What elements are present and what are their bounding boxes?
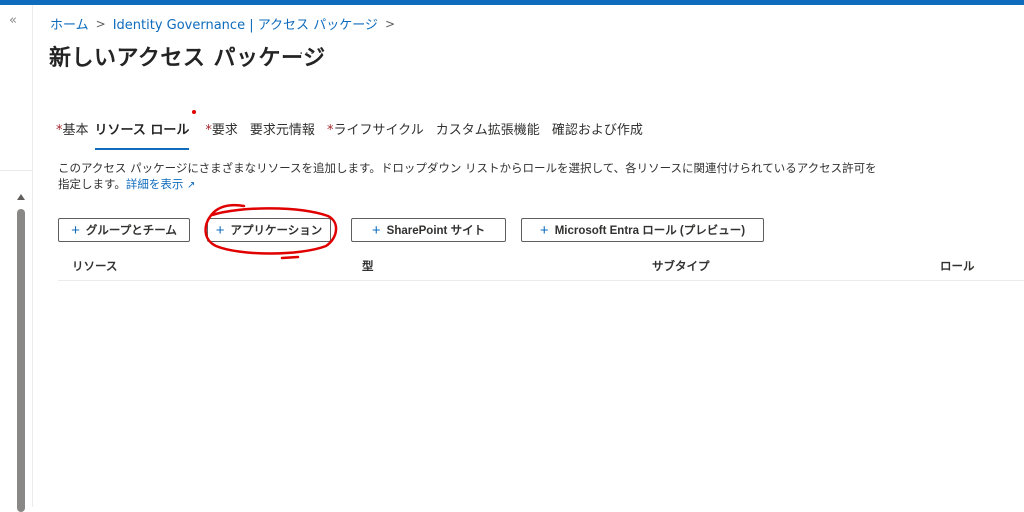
column-header-type[interactable]: 型 bbox=[362, 258, 374, 274]
button-label: SharePoint サイト bbox=[386, 225, 486, 237]
button-label: アプリケーション bbox=[230, 225, 323, 237]
scroll-up-icon[interactable] bbox=[17, 194, 25, 200]
plus-icon: + bbox=[539, 221, 549, 239]
top-accent-bar bbox=[0, 0, 1024, 5]
column-header-resource[interactable]: リソース bbox=[72, 258, 117, 274]
plus-icon: + bbox=[371, 221, 381, 239]
tab-label: ライフサイクル bbox=[333, 123, 424, 138]
tab-resource-roles[interactable]: リソース ロール bbox=[89, 122, 196, 150]
scrollbar-thumb[interactable] bbox=[17, 209, 25, 512]
button-label: グループとチーム bbox=[85, 225, 177, 237]
tab-label: 基本 bbox=[62, 123, 89, 138]
tab-review-create[interactable]: 確認および作成 bbox=[546, 122, 649, 150]
tab-label: カスタム拡張機能 bbox=[435, 123, 540, 138]
tab-lifecycle[interactable]: *ライフサイクル bbox=[321, 122, 430, 150]
tab-requests[interactable]: *要求 bbox=[199, 122, 244, 150]
external-link-icon: ↗ bbox=[187, 180, 196, 191]
resources-table-header: リソース 型 サブタイプ ロール bbox=[58, 252, 1024, 281]
button-label: Microsoft Entra ロール (プレビュー) bbox=[554, 225, 746, 237]
page-title: 新しいアクセス パッケージ bbox=[49, 46, 326, 71]
breadcrumb: ホーム > Identity Governance | アクセス パッケージ > bbox=[50, 14, 395, 34]
learn-more-link[interactable]: 詳細を表示 bbox=[126, 177, 184, 191]
add-sharepoint-sites-button[interactable]: + SharePoint サイト bbox=[351, 218, 506, 242]
breadcrumb-home-link[interactable]: ホーム bbox=[50, 14, 89, 33]
wizard-tabs: *基本 リソース ロール *要求 要求元情報 *ライフサイクル カスタム拡張機能… bbox=[50, 122, 649, 150]
tab-label: 要求元情報 bbox=[249, 123, 315, 138]
plus-icon: + bbox=[71, 221, 80, 239]
column-header-role[interactable]: ロール bbox=[940, 258, 975, 274]
tab-label: リソース ロール bbox=[94, 123, 190, 138]
tab-label: 確認および作成 bbox=[551, 123, 643, 138]
tab-label: 要求 bbox=[211, 123, 238, 138]
breadcrumb-separator: > bbox=[95, 16, 106, 31]
tab-custom-extensions[interactable]: カスタム拡張機能 bbox=[430, 122, 546, 150]
plus-icon: + bbox=[215, 221, 225, 239]
description-text: このアクセス パッケージにさまざまなリソースを追加します。ドロップダウン リスト… bbox=[58, 160, 888, 194]
left-rail: « bbox=[0, 5, 33, 512]
breadcrumb-separator: > bbox=[384, 16, 395, 31]
rail-divider bbox=[0, 170, 32, 171]
tab-requestor-info[interactable]: 要求元情報 bbox=[244, 122, 321, 150]
collapse-icon[interactable]: « bbox=[9, 13, 17, 28]
add-entra-roles-button[interactable]: + Microsoft Entra ロール (プレビュー) bbox=[521, 218, 764, 242]
more-options-icon[interactable]: ... bbox=[299, 42, 315, 58]
annotation-dot bbox=[192, 110, 196, 114]
column-header-subtype[interactable]: サブタイプ bbox=[652, 258, 710, 274]
add-applications-button[interactable]: + アプリケーション bbox=[207, 218, 331, 242]
breadcrumb-identity-governance-link[interactable]: Identity Governance | アクセス パッケージ bbox=[113, 14, 378, 33]
add-groups-teams-button[interactable]: + グループとチーム bbox=[58, 218, 190, 242]
